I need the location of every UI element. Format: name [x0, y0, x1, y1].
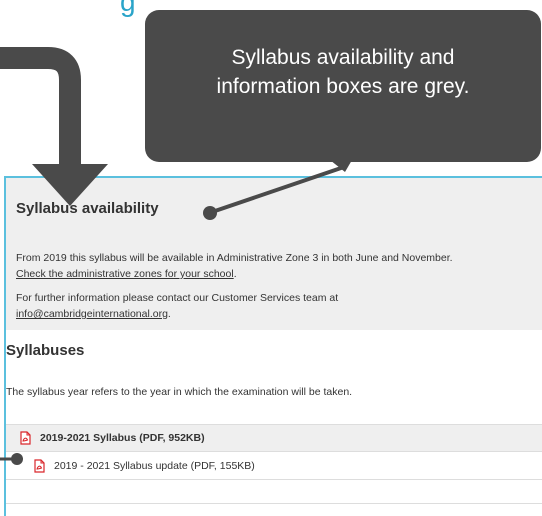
connector-line — [210, 165, 346, 214]
connector-dot — [203, 206, 217, 220]
row-marker-dot — [11, 453, 23, 465]
arrow-shaft — [0, 47, 81, 168]
annotation-overlay — [0, 47, 352, 465]
arrow-head — [32, 164, 108, 206]
